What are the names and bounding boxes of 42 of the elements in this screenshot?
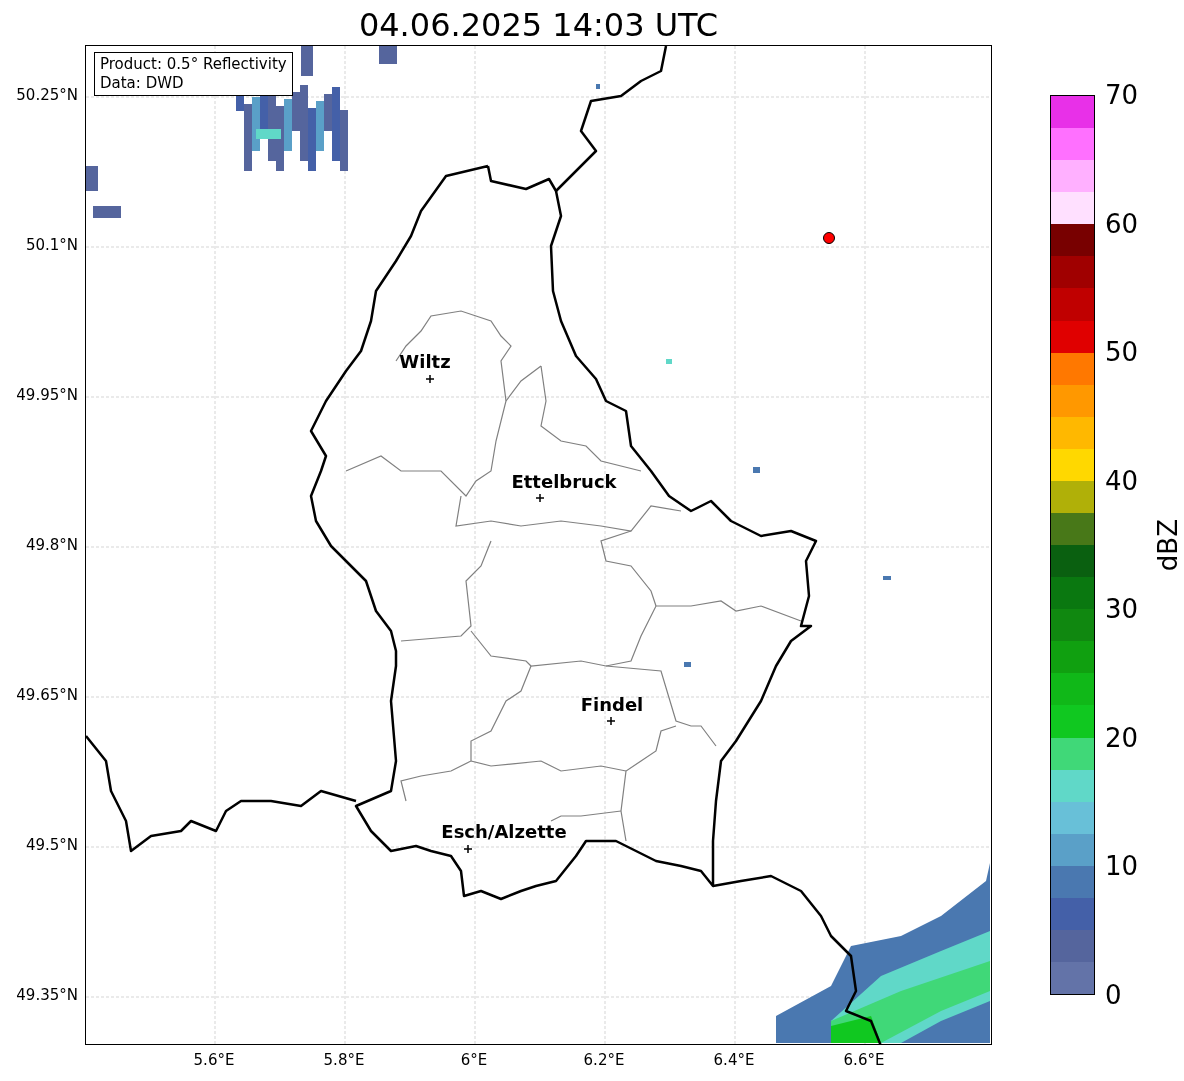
longitude-label: 6°E [460, 1053, 488, 1068]
colorbar-tick-label: 30 [1105, 596, 1139, 623]
info-text: Product: 0.5° Reflectivity [100, 55, 287, 74]
longitude-label: 5.8°E [323, 1053, 365, 1068]
city-marker-icon [535, 493, 545, 503]
colorbar-tick-label: 70 [1105, 82, 1139, 108]
city-label: Ettelbruck [511, 473, 617, 491]
latitude-label: 49.95°N [16, 388, 78, 403]
city-marker-icon [606, 716, 616, 726]
radar-echo [93, 206, 121, 218]
radar-echo [684, 662, 691, 667]
latitude-label: 49.5°N [25, 838, 78, 853]
latitude-label: 49.35°N [16, 988, 78, 1003]
colorbar-tick-label: 10 [1105, 853, 1139, 880]
longitude-label: 6.6°E [843, 1053, 885, 1068]
longitude-label: 6.4°E [713, 1053, 755, 1068]
colorbar-tick-label: 40 [1105, 467, 1139, 494]
colorbar-tick-label: 60 [1105, 210, 1139, 237]
radar-echo [753, 467, 760, 473]
radar-echo [666, 359, 672, 364]
colorbar-tick-label: 20 [1105, 724, 1139, 751]
longitude-label: 6.2°E [583, 1053, 625, 1068]
city-label: Esch/Alzette [441, 823, 567, 841]
radar-echo [883, 576, 891, 580]
latitude-label: 50.1°N [25, 238, 78, 253]
city-marker-icon [463, 844, 473, 854]
latitude-label: 50.25°N [16, 88, 78, 103]
info-text: Data: DWD [100, 74, 185, 93]
radar-echo [379, 46, 397, 64]
colorbar-tick-label: 0 [1105, 982, 1122, 1008]
latitude-label: 49.65°N [16, 688, 78, 703]
colorbar-axis-label: dBZ [1155, 518, 1181, 572]
city-label: Wiltz [399, 353, 451, 371]
city-marker-icon [425, 374, 435, 384]
radar-echo [301, 46, 313, 76]
radar-echo [596, 84, 600, 89]
colorbar-tick-label: 50 [1105, 339, 1139, 366]
chart-title: 04.06.2025 14:03 UTC [358, 5, 719, 45]
latitude-label: 49.8°N [25, 538, 78, 553]
location-dot [823, 232, 835, 244]
longitude-label: 5.6°E [193, 1053, 235, 1068]
city-label: Findel [580, 696, 644, 714]
